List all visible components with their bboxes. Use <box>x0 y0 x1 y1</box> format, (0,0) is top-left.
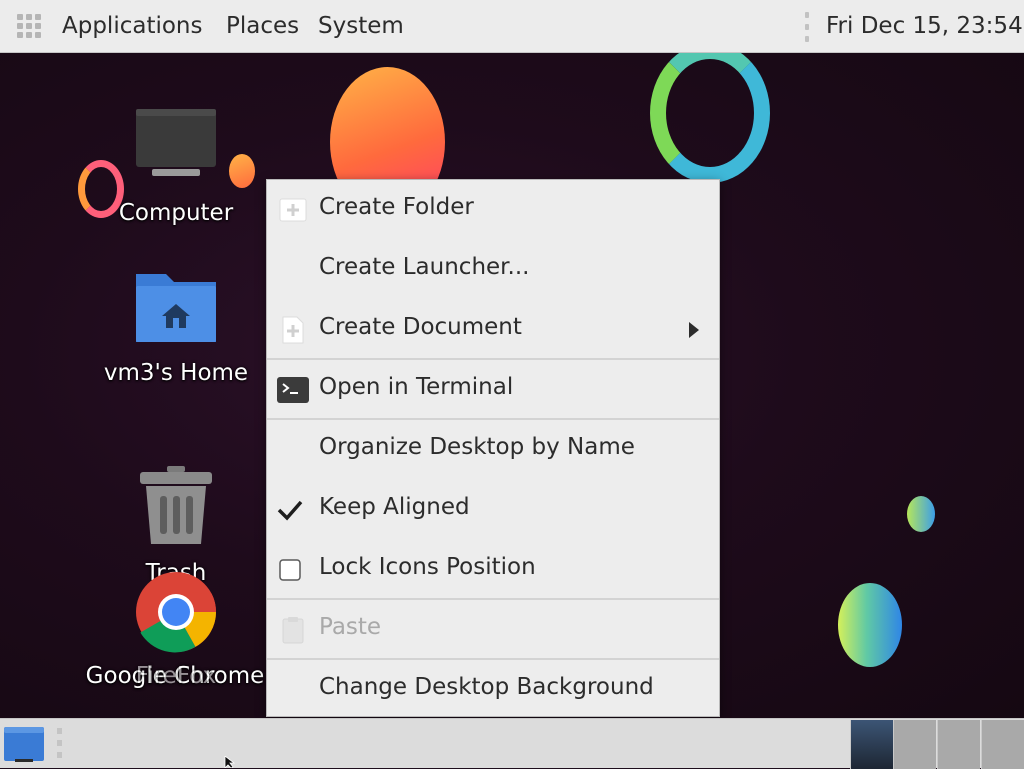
menu-item-change-background[interactable]: Change Desktop Background <box>267 660 719 720</box>
menu-item-organize-desktop[interactable]: Organize Desktop by Name <box>267 420 719 480</box>
system-menu[interactable]: System <box>318 13 404 39</box>
places-menu[interactable]: Places <box>226 13 299 39</box>
clock[interactable]: Fri Dec 15, 23:54 <box>826 13 1023 39</box>
menu-item-create-document[interactable]: Create Document <box>267 300 719 360</box>
panel-separator-handle[interactable] <box>805 12 809 42</box>
trash-icon <box>140 466 212 544</box>
document-plus-icon <box>282 316 304 344</box>
keep-aligned-label: Keep Aligned <box>319 494 470 520</box>
wallpaper-green-blue-ring <box>650 53 770 183</box>
menu-item-open-terminal[interactable]: Open in Terminal <box>267 360 719 420</box>
wallpaper-green-blue-oval <box>838 583 902 667</box>
computer-label: Computer <box>118 200 234 226</box>
computer-desktop-icon[interactable]: Computer <box>91 106 261 226</box>
create-folder-label: Create Folder <box>319 194 474 220</box>
monitor-icon <box>136 109 216 176</box>
menu-item-lock-icons[interactable]: Lock Icons Position <box>267 540 719 600</box>
workspace-1[interactable] <box>850 720 893 769</box>
panel-handle[interactable] <box>57 728 63 758</box>
create-document-label: Create Document <box>319 314 522 340</box>
chrome-icon <box>136 572 217 653</box>
menu-item-create-folder[interactable]: Create Folder <box>267 180 719 240</box>
menu-item-create-launcher[interactable]: Create Launcher... <box>267 240 719 300</box>
paste-label: Paste <box>319 614 382 640</box>
workspace-4[interactable] <box>981 720 1024 769</box>
home-folder-label: vm3's Home <box>103 360 249 386</box>
organize-desktop-label: Organize Desktop by Name <box>319 434 635 460</box>
home-folder-icon <box>136 274 216 342</box>
menu-item-keep-aligned[interactable]: Keep Aligned <box>267 480 719 540</box>
open-terminal-label: Open in Terminal <box>319 374 514 400</box>
terminal-icon <box>277 377 309 403</box>
folder-plus-icon <box>279 198 307 222</box>
bottom-panel <box>0 718 1024 769</box>
workspace-2[interactable] <box>893 720 936 769</box>
lock-icons-label: Lock Icons Position <box>319 554 536 580</box>
apps-grid-icon[interactable] <box>17 14 41 38</box>
checkbox-icon <box>279 559 301 581</box>
desktop-context-menu: Create Folder Create Launcher... Create … <box>266 179 720 717</box>
change-background-label: Change Desktop Background <box>319 674 654 700</box>
firefox-label-overlap: FireFox <box>135 663 217 689</box>
workspace-3[interactable] <box>937 720 980 769</box>
menu-item-paste: Paste <box>267 600 719 660</box>
mouse-pointer-icon <box>224 756 236 768</box>
wallpaper-small-green-blue-dot <box>907 496 935 532</box>
checkmark-icon <box>277 500 303 521</box>
top-panel: Applications Places System Fri Dec 15, 2… <box>0 0 1024 53</box>
show-desktop-icon[interactable] <box>3 725 45 763</box>
chrome-desktop-icon[interactable]: Google Chrome FireFox <box>86 571 264 691</box>
clipboard-icon <box>282 617 304 644</box>
create-launcher-label: Create Launcher... <box>319 254 530 280</box>
home-folder-desktop-icon[interactable]: vm3's Home <box>91 266 261 386</box>
submenu-arrow-icon <box>689 322 699 338</box>
applications-menu[interactable]: Applications <box>62 13 203 39</box>
